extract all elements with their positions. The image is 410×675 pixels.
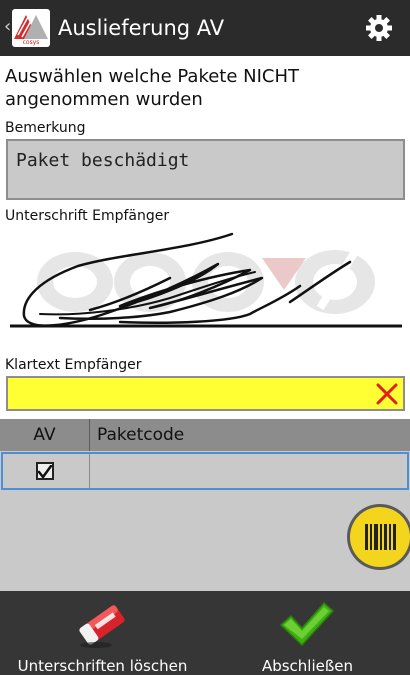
bottom-action-bar: Unterschriften löschen Abschließen [0, 591, 410, 675]
eraser-icon [74, 599, 130, 655]
clear-signatures-button[interactable]: Unterschriften löschen [0, 591, 205, 675]
klartext-label: Klartext Empfänger [5, 357, 142, 373]
gear-icon[interactable] [365, 14, 393, 42]
av-checkbox[interactable] [36, 462, 54, 480]
remark-value: Paket beschädigt [16, 150, 190, 171]
klartext-input[interactable] [8, 378, 368, 409]
column-header-paketcode[interactable]: Paketcode [97, 419, 184, 451]
cosys-logo-icon[interactable]: cosys [12, 9, 50, 47]
column-header-av[interactable]: AV [0, 419, 90, 451]
package-table: AV Paketcode [0, 419, 410, 591]
barcode-scan-button[interactable] [345, 500, 410, 574]
main-content: Auswählen welche Pakete NICHT angenommen… [0, 56, 410, 419]
table-row[interactable] [1, 452, 409, 490]
signature-label: Unterschrift Empfänger [5, 208, 170, 224]
instruction-heading: Auswählen welche Pakete NICHT angenommen… [5, 66, 300, 110]
finish-label: Abschließen [261, 657, 354, 675]
table-header: AV Paketcode [0, 419, 410, 451]
signature-pad[interactable] [0, 228, 410, 346]
app-bar: ‹ cosys Auslieferung AV [0, 0, 410, 56]
page-title: Auslieferung AV [58, 16, 225, 40]
close-icon[interactable] [375, 382, 399, 406]
av-cell [3, 454, 90, 488]
checkmark-small-icon [37, 464, 53, 479]
klartext-field [6, 376, 405, 411]
checkmark-icon [278, 599, 335, 655]
remark-field[interactable]: Paket beschädigt [6, 139, 405, 200]
remark-label: Bemerkung [5, 120, 86, 136]
clear-signatures-label: Unterschriften löschen [17, 657, 188, 675]
chevron-left-icon[interactable]: ‹ [4, 17, 11, 37]
finish-button[interactable]: Abschließen [205, 591, 410, 675]
paketcode-cell [91, 454, 407, 488]
svg-text:cosys: cosys [23, 39, 40, 46]
